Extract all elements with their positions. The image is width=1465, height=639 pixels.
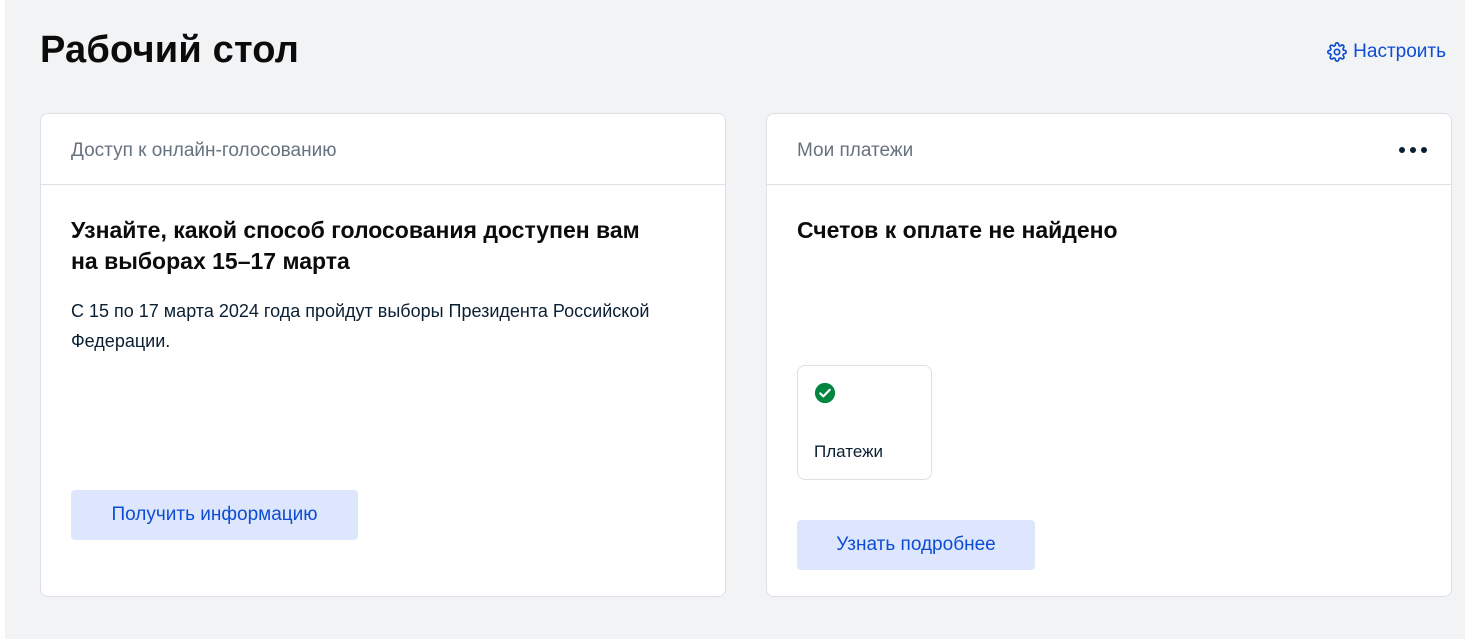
payments-card-header: Мои платежи [767,114,1451,185]
dashboard-page: Рабочий стол Настроить Доступ к онлайн-г… [5,0,1465,639]
voting-card-header: Доступ к онлайн-голосованию [41,114,725,185]
payments-card-title: Мои платежи [797,140,914,161]
more-dots-icon[interactable] [1399,140,1427,160]
voting-card-text: С 15 по 17 марта 2024 года пройдут выбор… [71,301,650,351]
settings-label: Настроить [1353,41,1446,62]
voting-card-title: Доступ к онлайн-голосованию [71,140,337,161]
get-info-button[interactable]: Получить информацию [71,490,358,540]
payments-tile[interactable]: Платежи [797,365,932,480]
payments-tile-label: Платежи [814,442,883,461]
page-title: Рабочий стол [40,29,300,71]
check-circle-icon [814,382,836,404]
voting-card-heading: Узнайте, какой способ голосования доступ… [71,217,640,274]
learn-more-button[interactable]: Узнать подробнее [797,520,1035,570]
settings-link[interactable]: Настроить [1327,40,1446,64]
voting-card: Доступ к онлайн-голосованию Узнайте, как… [40,113,726,597]
gear-icon [1327,42,1348,62]
payments-card-heading: Счетов к оплате не найдено [797,217,1118,243]
payments-card: Мои платежи Счетов к оплате не найдено П… [766,113,1452,597]
